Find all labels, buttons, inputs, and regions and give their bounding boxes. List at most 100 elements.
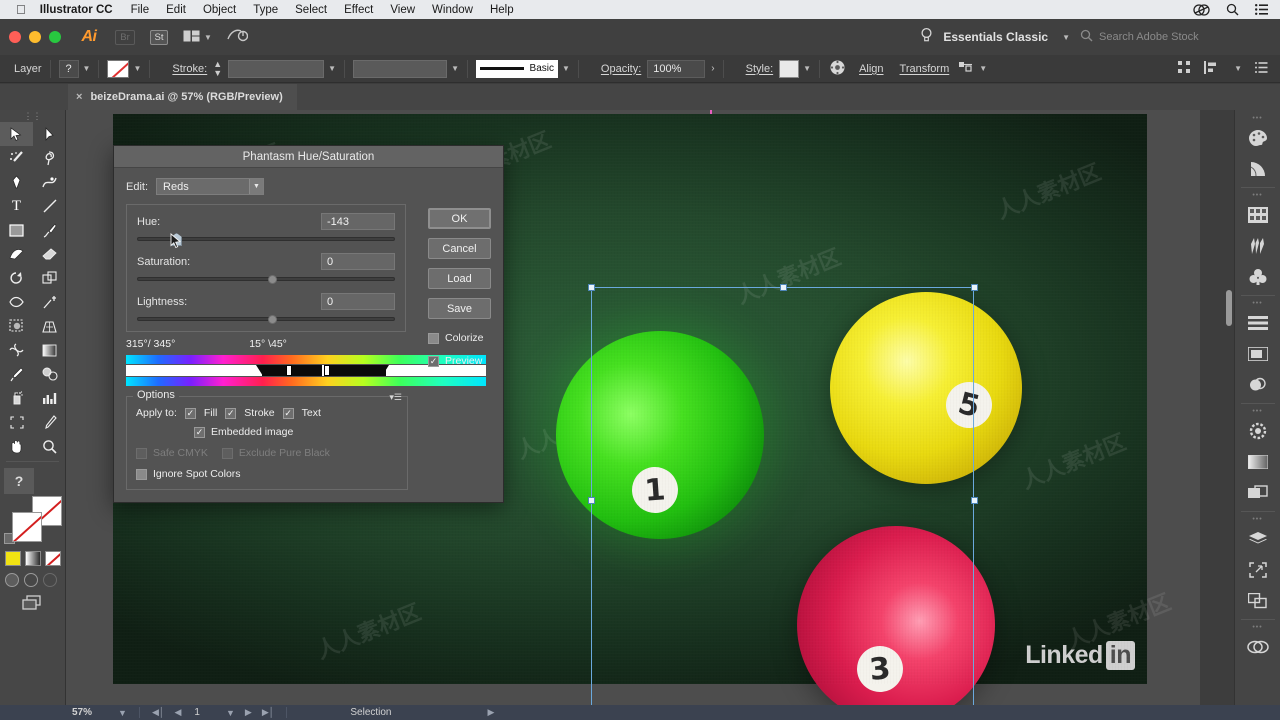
magic-wand-tool[interactable] [0,146,33,170]
lightness-slider[interactable] [137,315,395,324]
gradient-swatch-button[interactable] [25,551,41,566]
menu-type[interactable]: Type [253,4,278,16]
preview-row[interactable]: ✓ Preview [428,355,491,367]
mesh-tool[interactable] [0,338,33,362]
hand-tool[interactable] [0,434,33,458]
color-guide-icon[interactable] [1241,153,1275,184]
window-controls[interactable] [0,31,61,43]
control-center-icon[interactable] [1255,4,1268,15]
menu-file[interactable]: File [131,4,150,16]
text-checkbox[interactable]: ✓ [282,407,294,419]
menu-view[interactable]: View [390,4,415,16]
status-text[interactable]: Selection [350,707,391,718]
status-menu-icon[interactable]: ▶ [488,707,495,718]
eraser-tool[interactable] [33,242,66,266]
hue-saturation-dialog[interactable]: Phantasm Hue/Saturation Edit: Reds ▼ Hue… [113,145,504,503]
menu-icon[interactable] [1255,61,1268,76]
color-panel-icon[interactable] [1241,122,1275,153]
artboard-chevron-down-icon[interactable]: ▼ [226,708,235,718]
preview-checkbox[interactable]: ✓ [428,355,439,367]
dock-grip[interactable]: ••• [1249,114,1267,122]
menu-help[interactable]: Help [490,4,514,16]
workspace-switcher[interactable]: Essentials Classic [943,30,1048,44]
vertical-scrollbar-thumb[interactable] [1226,290,1232,326]
colorize-row[interactable]: Colorize [428,332,491,344]
menu-app-name[interactable]: Illustrator CC [40,4,113,16]
chevron-down-icon[interactable]: ▼ [249,179,264,194]
spotlight-search-icon[interactable] [1226,3,1239,16]
bridge-button[interactable]: Br [115,28,135,46]
pathfinder-panel-icon[interactable] [1241,369,1275,400]
embedded-image-checkbox[interactable]: ✓ [194,426,205,438]
pen-tool[interactable] [0,170,33,194]
layers-panel-icon[interactable] [1241,523,1275,554]
stroke-profile-field[interactable] [353,59,448,78]
adobe-stock-search[interactable]: Search Adobe Stock [1080,29,1270,45]
selection-tool[interactable] [0,122,33,146]
dock-group-grip[interactable]: ••• [1249,407,1267,415]
dock-group-grip[interactable]: ••• [1249,299,1267,307]
swatches-panel-icon[interactable] [1241,199,1275,230]
handle-top-left[interactable] [588,284,595,291]
fill-swatch[interactable] [12,512,42,542]
draw-inside-button[interactable] [43,573,57,587]
bulb-icon[interactable] [920,27,933,48]
load-button[interactable]: Load [428,268,491,289]
align-button[interactable]: Align [859,63,883,75]
saturation-input[interactable]: 0 [321,253,395,270]
stock-button[interactable]: St [149,28,169,46]
color-swatch-button[interactable] [5,551,21,566]
zoom-tool[interactable] [33,434,66,458]
opacity-input[interactable]: 100% [647,59,706,78]
align-panel-icon[interactable] [1241,307,1275,338]
fill-chevron-down-icon[interactable]: ▼ [133,64,141,73]
lightness-input[interactable]: 0 [321,293,395,310]
last-artboard-icon[interactable]: ▶│ [262,707,275,718]
direct-selection-tool[interactable] [33,122,66,146]
curvature-tool[interactable] [33,170,66,194]
dock-group-grip[interactable]: ••• [1249,623,1267,631]
stroke-panel-icon[interactable] [1241,415,1275,446]
shaper-tool[interactable] [0,242,33,266]
options-menu-icon[interactable]: ▾☰ [389,392,402,403]
graphic-style-swatch[interactable] [779,59,800,78]
next-artboard-icon[interactable]: ▶ [245,707,252,718]
minimize-window-button[interactable] [29,31,41,43]
range-marker-end[interactable] [324,365,330,376]
help-button[interactable]: ? [4,468,34,494]
slice-tool[interactable] [33,410,66,434]
hue-input[interactable]: -143 [321,213,395,230]
handle-middle-right[interactable] [971,497,978,504]
panel-chevron-down-icon[interactable]: ▼ [1234,64,1242,73]
align-panel-icon[interactable] [1204,60,1217,77]
stroke-weight-field[interactable] [228,59,325,78]
document-setup-icon[interactable] [830,60,845,78]
stock-search-input[interactable]: Search Adobe Stock [1099,31,1199,43]
tools-panel-grip[interactable]: ⋮⋮ [0,110,65,122]
previous-artboard-icon[interactable]: ◀ [174,707,181,718]
creative-cloud-icon[interactable] [1193,3,1210,16]
symbol-sprayer-tool[interactable] [0,386,33,410]
first-artboard-icon[interactable]: ◀│ [152,707,165,718]
change-screen-mode-button[interactable] [0,587,65,611]
dock-group-grip[interactable]: ••• [1249,191,1267,199]
tools-power-button[interactable] [226,28,249,46]
rectangle-tool[interactable] [0,218,33,242]
type-tool[interactable]: T [0,194,33,218]
zoom-chevron-down-icon[interactable]: ▼ [118,708,127,718]
gradient-tool[interactable] [33,338,66,362]
edit-select[interactable]: Reds ▼ [156,178,265,195]
no-selection-indicator[interactable]: ? [58,59,79,78]
colorize-checkbox[interactable] [428,332,439,344]
document-tab[interactable]: × beizeDrama.ai @ 57% (RGB/Preview) [68,84,297,110]
draw-behind-button[interactable] [24,573,38,587]
column-graph-tool[interactable] [33,386,66,410]
free-transform-tool[interactable] [33,290,66,314]
gradient-panel-icon[interactable] [1241,446,1275,477]
perspective-grid-tool[interactable] [33,314,66,338]
shape-builder-tool[interactable] [0,314,33,338]
menu-edit[interactable]: Edit [166,4,186,16]
fill-checkbox[interactable]: ✓ [184,407,196,419]
transform-button[interactable]: Transform [900,63,950,75]
draw-normal-button[interactable] [5,573,19,587]
